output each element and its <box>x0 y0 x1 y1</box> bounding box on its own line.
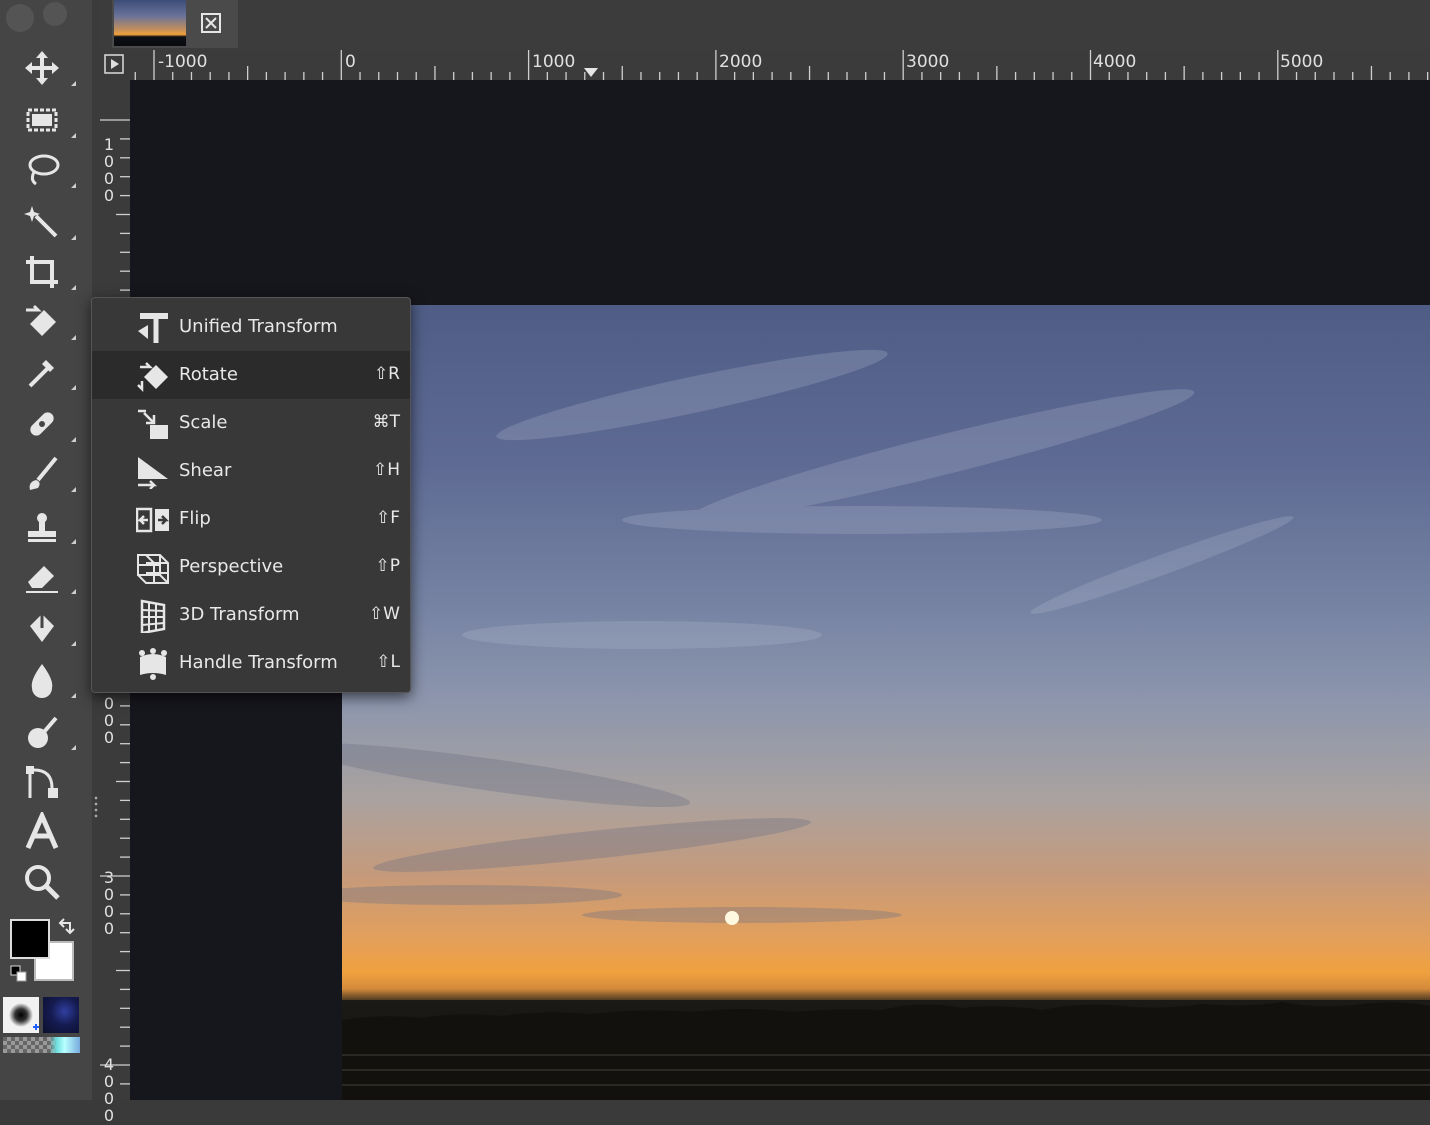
menu-item-shortcut: ⇧F <box>375 508 400 528</box>
menu-item-shortcut: ⇧R <box>373 364 400 384</box>
drop-icon <box>31 664 53 698</box>
menu-item-flip[interactable]: Flip ⇧F <box>92 495 410 543</box>
menu-item-label: 3D Transform <box>179 604 300 625</box>
ruler-ticks <box>134 50 1429 80</box>
text-tool[interactable] <box>18 810 66 854</box>
ruler-label: 5000 <box>1280 52 1324 72</box>
menu-item-shear[interactable]: Shear ⇧H <box>92 447 410 495</box>
ruler-label: 4000 <box>1093 52 1137 72</box>
resize-grip[interactable] <box>94 795 98 819</box>
move-tool[interactable] <box>18 46 76 90</box>
menu-item-label: Handle Transform <box>179 652 338 673</box>
cloud-wisps <box>342 349 1294 925</box>
bucket-fill-tool[interactable] <box>18 606 76 650</box>
horizontal-ruler[interactable]: -1000 0 1000 2000 3000 4000 5000 <box>100 50 1430 80</box>
clone-tool[interactable] <box>18 504 76 548</box>
transform-tool[interactable] <box>18 300 76 344</box>
fuzzy-select-tool[interactable] <box>18 200 76 244</box>
menu-item-handle-transform[interactable]: Handle Transform ⇧L <box>92 639 410 687</box>
image-tab-bar <box>100 0 1430 50</box>
image-thumbnail <box>114 0 186 46</box>
magnifier-icon <box>25 865 60 900</box>
menu-item-label: Perspective <box>179 556 284 577</box>
eraser-tool[interactable] <box>18 554 76 598</box>
pointer-marker-icon <box>584 68 598 77</box>
flip-icon <box>136 507 170 533</box>
image-tab[interactable] <box>112 0 238 48</box>
rect-select-tool[interactable] <box>18 98 76 142</box>
foreground-color-swatch[interactable] <box>10 919 50 959</box>
dodge-tool[interactable] <box>18 710 76 754</box>
brush-icon <box>29 456 58 490</box>
shear-icon <box>138 457 168 489</box>
unified-transform-icon <box>138 313 168 343</box>
eraser-icon <box>26 566 58 593</box>
transform-tools-menu: Unified Transform Rotate ⇧R Scale ⌘T She… <box>91 297 411 693</box>
ruler-label: 4000 <box>103 1055 115 1125</box>
rect-select-icon <box>26 108 58 132</box>
trees-silhouette <box>342 1002 1430 1100</box>
pattern-preview[interactable] <box>43 997 79 1033</box>
heal-tool[interactable] <box>18 402 76 446</box>
scale-icon <box>138 409 168 439</box>
menu-item-label: Flip <box>179 508 211 529</box>
default-colors-icon[interactable] <box>10 965 28 983</box>
color-swatches <box>10 917 76 983</box>
field-silhouette <box>342 1000 1430 1100</box>
ruler-label: 0 <box>345 52 356 72</box>
sunset-photo <box>342 305 1430 1100</box>
menu-item-label: Shear <box>179 460 232 481</box>
menu-item-shortcut: ⇧L <box>376 652 400 672</box>
ruler-label: 1000 <box>532 52 576 72</box>
magic-wand-icon <box>24 206 58 238</box>
toolbox <box>0 0 92 1100</box>
menu-item-shortcut: ⌘T <box>372 412 400 432</box>
dodge-icon <box>28 716 58 748</box>
menu-item-shortcut: ⇧H <box>372 460 400 480</box>
paths-tool[interactable] <box>18 760 66 804</box>
menu-item-label: Unified Transform <box>179 316 338 337</box>
brush-dot-icon <box>9 1003 39 1030</box>
menu-item-3d-transform[interactable]: 3D Transform ⇧W <box>92 591 410 639</box>
text-icon <box>25 812 59 850</box>
ruler-label: 1000 <box>103 135 115 205</box>
paintbrush-tool[interactable] <box>18 452 76 496</box>
bucket-icon <box>30 612 54 642</box>
menu-item-scale[interactable]: Scale ⌘T <box>92 399 410 447</box>
handle-transform-icon <box>139 648 167 680</box>
gimp-logo-icon <box>6 2 67 32</box>
menu-item-perspective[interactable]: Perspective ⇧P <box>92 543 410 591</box>
free-select-tool[interactable] <box>18 148 76 192</box>
menu-item-rotate[interactable]: Rotate ⇧R <box>92 351 410 399</box>
ruler-label: 3000 <box>103 868 115 938</box>
3d-transform-icon <box>140 599 166 633</box>
gradient-preview[interactable] <box>3 1037 80 1053</box>
rotate-icon <box>137 362 168 393</box>
crop-icon <box>26 256 58 288</box>
stamp-icon <box>28 513 56 542</box>
zoom-tool[interactable] <box>18 860 66 904</box>
rotate-icon <box>26 304 56 336</box>
brush-preview[interactable] <box>3 997 39 1033</box>
bandage-icon <box>30 412 54 436</box>
ruler-label: -1000 <box>158 52 208 72</box>
ruler-label: 2000 <box>719 52 763 72</box>
eyedropper-icon <box>28 360 54 388</box>
menu-item-unified-transform[interactable]: Unified Transform <box>92 303 410 351</box>
menu-item-label: Rotate <box>179 364 238 385</box>
swap-colors-icon[interactable] <box>56 917 76 937</box>
perspective-icon <box>137 554 169 584</box>
blur-tool[interactable] <box>18 658 76 702</box>
menu-item-shortcut: ⇧P <box>375 556 401 576</box>
ruler-label: 3000 <box>906 52 950 72</box>
close-icon[interactable] <box>200 12 222 34</box>
menu-item-shortcut: ⇧W <box>368 604 400 624</box>
lasso-icon <box>28 154 60 186</box>
crop-tool[interactable] <box>18 250 76 294</box>
paths-icon <box>26 766 58 798</box>
color-picker-tool[interactable] <box>18 350 76 394</box>
menu-item-label: Scale <box>179 412 228 433</box>
move-icon <box>25 51 59 85</box>
